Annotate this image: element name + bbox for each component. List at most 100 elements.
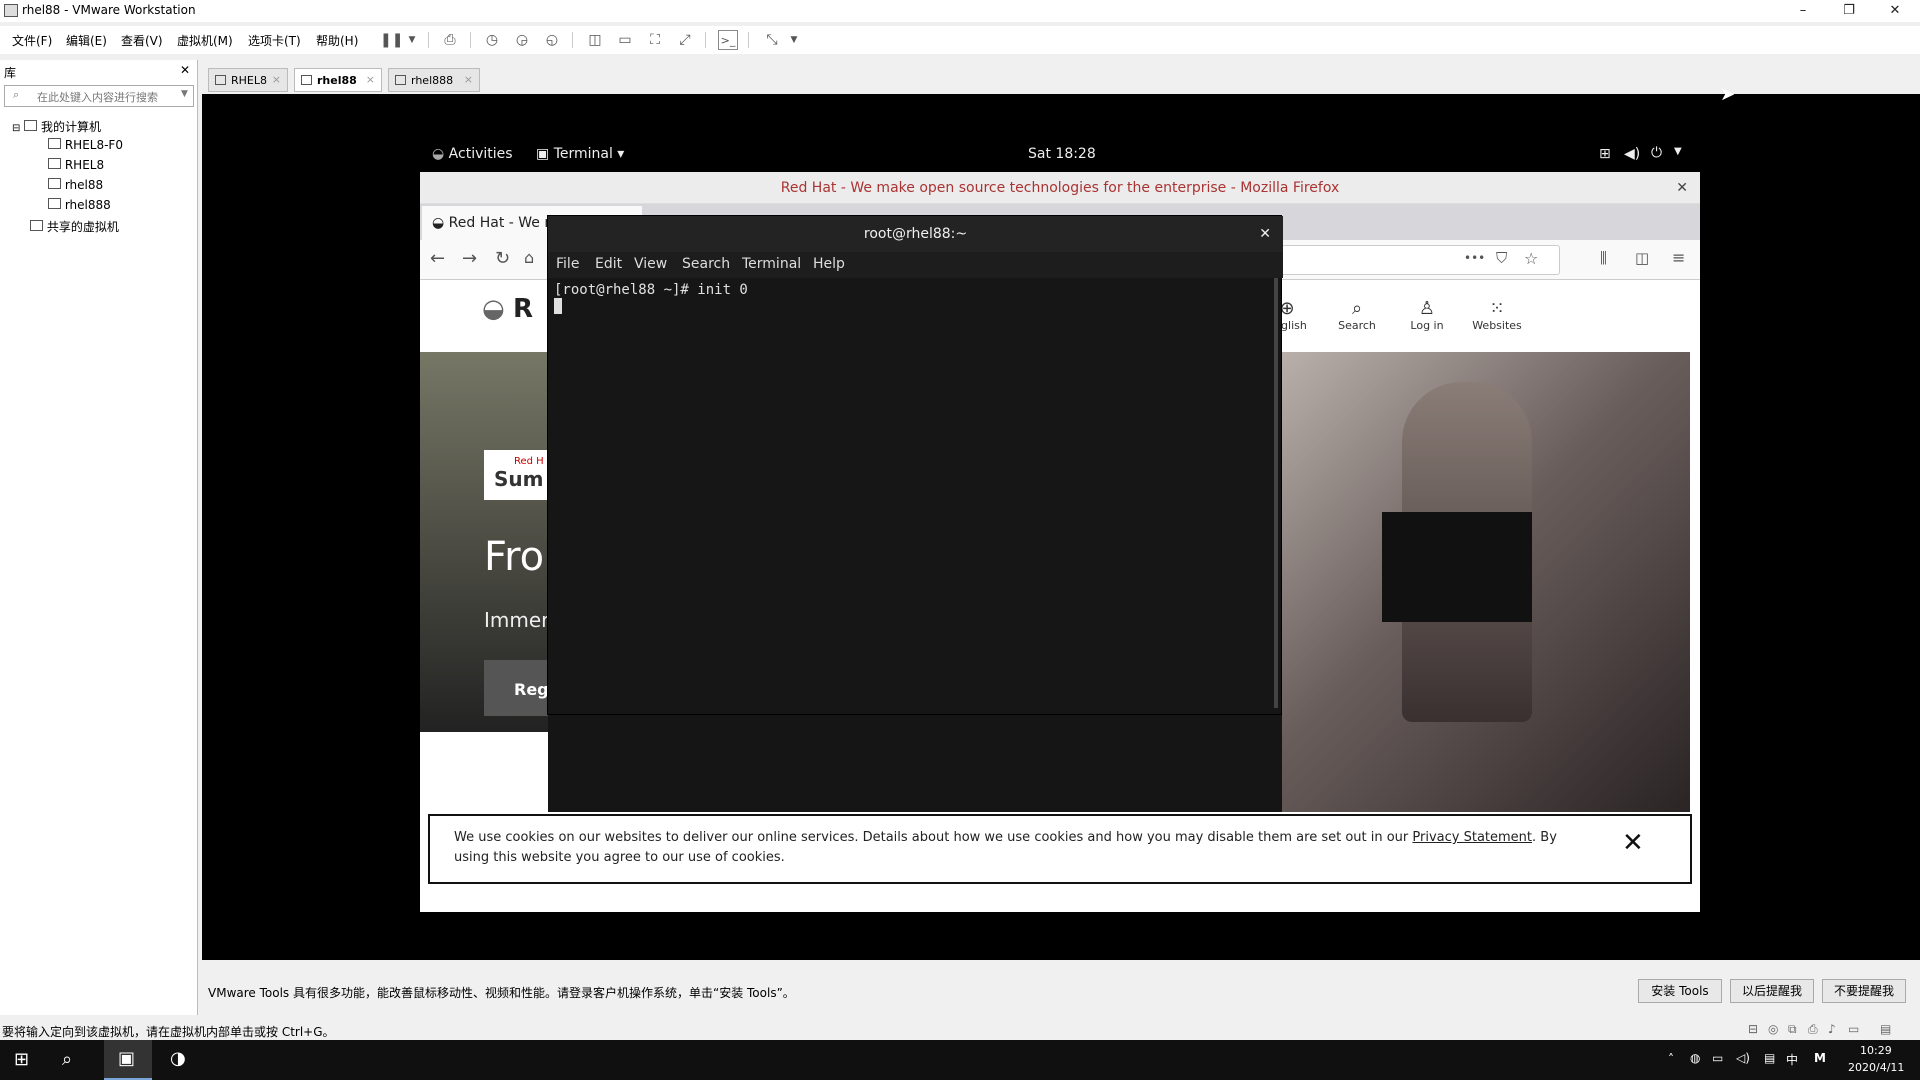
- never-remind-button[interactable]: 不要提醒我: [1822, 979, 1906, 1003]
- pocket-icon[interactable]: ⛉: [1496, 249, 1507, 267]
- snapshot-manager-icon[interactable]: ◵: [542, 30, 562, 50]
- terminal-app-menu[interactable]: ▣ Terminal ▾: [536, 146, 624, 162]
- menu-help[interactable]: 帮助(H): [316, 32, 358, 49]
- display-icon[interactable]: ▭: [1848, 1022, 1859, 1036]
- tree-item-rhel88[interactable]: rhel88: [48, 178, 103, 192]
- tab-rhel88[interactable]: rhel88 ×: [294, 68, 382, 92]
- menu-vm[interactable]: 虚拟机(M): [177, 32, 233, 49]
- restore-button[interactable]: ❐: [1826, 0, 1872, 22]
- site-nav-login[interactable]: ♙ Log in: [1392, 298, 1462, 332]
- terminal-menu-search[interactable]: Search: [682, 256, 730, 272]
- tree-shared[interactable]: 共享的虚拟机: [30, 218, 119, 235]
- terminal-menu-file[interactable]: File: [556, 256, 579, 272]
- library-search-input[interactable]: ⌕ 在此处键入内容进行搜索 ▼: [4, 85, 194, 107]
- cd-icon[interactable]: ◎: [1768, 1022, 1778, 1036]
- tray-ime-label[interactable]: 中: [1786, 1051, 1798, 1068]
- tray-volume-icon[interactable]: ◁): [1736, 1051, 1750, 1065]
- unity-icon[interactable]: ⤢: [675, 30, 695, 50]
- search-icon[interactable]: ⌕: [62, 1049, 72, 1070]
- library-view-icon[interactable]: ◫: [585, 30, 605, 50]
- power-icon[interactable]: ⏻: [1651, 145, 1662, 161]
- clock[interactable]: Sat 18:28: [1028, 146, 1096, 162]
- taskbar-app[interactable]: ◑: [156, 1040, 204, 1080]
- network-icon[interactable]: ⊞: [1599, 146, 1611, 162]
- revert-snapshot-icon[interactable]: ◶: [512, 30, 532, 50]
- close-button[interactable]: ✕: [1872, 0, 1918, 22]
- terminal-menu-view[interactable]: View: [634, 256, 667, 272]
- tab-rhel888[interactable]: rhel888 ×: [388, 68, 480, 92]
- tray-chevron-up-icon[interactable]: ˄: [1668, 1052, 1674, 1066]
- minimize-button[interactable]: –: [1780, 0, 1826, 22]
- register-button[interactable]: Reg: [484, 660, 549, 716]
- bookmark-star-icon[interactable]: ☆: [1524, 249, 1538, 268]
- tray-app-icon[interactable]: ◍: [1690, 1051, 1700, 1065]
- tab-close-icon[interactable]: ×: [272, 73, 281, 86]
- tools-message: VMware Tools 具有很多功能，能改善鼠标移动性、视频和性能。请登录客户…: [208, 986, 795, 1000]
- page-actions-button[interactable]: •••: [1464, 251, 1485, 265]
- sound-icon[interactable]: ♪: [1828, 1022, 1836, 1036]
- pause-icon[interactable]: ❚❚: [380, 30, 403, 50]
- tray-time[interactable]: 10:29: [1860, 1044, 1892, 1057]
- tree-item-rhel8[interactable]: RHEL8: [48, 158, 104, 172]
- windows-start-icon[interactable]: ⊞: [14, 1049, 29, 1070]
- sidebar-icon[interactable]: ◫: [1635, 249, 1649, 267]
- install-tools-button[interactable]: 安装 Tools: [1638, 979, 1722, 1003]
- tree-item-label: RHEL8-F0: [64, 138, 123, 152]
- tray-action-center-icon[interactable]: ▤: [1764, 1051, 1775, 1065]
- remind-later-button[interactable]: 以后提醒我: [1730, 979, 1814, 1003]
- app-icon: ◑: [170, 1048, 186, 1069]
- chevron-down-icon[interactable]: ▼: [784, 30, 804, 50]
- forward-icon[interactable]: →: [462, 248, 477, 269]
- tray-date[interactable]: 2020/4/11: [1848, 1061, 1904, 1074]
- firefox-close-button[interactable]: ✕: [1676, 172, 1688, 204]
- activities-button[interactable]: ◒ Activities: [432, 146, 513, 162]
- menu-file[interactable]: 文件(F): [12, 32, 52, 49]
- tree-item-rhel8-f0[interactable]: RHEL8-F0: [48, 138, 123, 152]
- terminal-scrollbar[interactable]: [1274, 278, 1278, 708]
- cookie-close-button[interactable]: ✕: [1622, 828, 1644, 858]
- tab-rhel8[interactable]: RHEL8 ×: [208, 68, 288, 92]
- site-nav-search[interactable]: ⌕ Search: [1322, 298, 1392, 332]
- terminal-output[interactable]: [root@rhel88 ~]# init 0: [550, 278, 1270, 708]
- tree-root[interactable]: ⊟ 我的计算机: [12, 118, 101, 135]
- menu-edit[interactable]: 编辑(E): [66, 32, 107, 49]
- stretch-icon[interactable]: ⤡: [762, 30, 782, 50]
- chevron-down-icon[interactable]: ▼: [402, 30, 422, 50]
- library-icon[interactable]: ⫼: [1600, 249, 1607, 267]
- terminal-menu-terminal[interactable]: Terminal: [742, 256, 801, 272]
- tab-close-icon[interactable]: ×: [366, 73, 375, 86]
- back-icon[interactable]: ←: [430, 248, 445, 269]
- tab-close-icon[interactable]: ×: [464, 73, 473, 86]
- thumbnail-view-icon[interactable]: ▭: [615, 30, 635, 50]
- tray-ime-mode[interactable]: M: [1814, 1051, 1826, 1065]
- tree-item-rhel888[interactable]: rhel888: [48, 198, 111, 212]
- printer-icon[interactable]: ⎙: [1808, 1022, 1818, 1037]
- search-icon: ⌕: [1351, 298, 1363, 319]
- console-icon[interactable]: >_: [718, 30, 738, 50]
- hdd-icon[interactable]: ⊟: [1748, 1022, 1758, 1036]
- redhat-logo[interactable]: ◒ R: [482, 294, 533, 324]
- terminal-close-button[interactable]: ✕: [1259, 216, 1271, 252]
- menu-view[interactable]: 查看(V): [121, 32, 163, 49]
- messages-icon[interactable]: ▤: [1880, 1022, 1891, 1036]
- volume-icon[interactable]: ◀): [1624, 146, 1640, 162]
- chevron-down-icon[interactable]: ▼: [1674, 146, 1682, 157]
- terminal-menu-edit[interactable]: Edit: [595, 256, 622, 272]
- network-adapter-icon[interactable]: ⧉: [1788, 1022, 1797, 1037]
- status-text: 要将输入定向到该虚拟机，请在虚拟机内部单击或按 Ctrl+G。: [2, 1025, 335, 1039]
- snapshot-icon[interactable]: ◷: [482, 30, 502, 50]
- site-nav-websites[interactable]: ⁙ Websites: [1462, 298, 1532, 332]
- fullscreen-icon[interactable]: ⛶: [645, 30, 665, 50]
- reload-icon[interactable]: ↻: [495, 248, 510, 269]
- chevron-down-icon[interactable]: ▼: [181, 89, 188, 99]
- hero-image: [1282, 352, 1690, 812]
- privacy-statement-link[interactable]: Privacy Statement: [1412, 830, 1532, 845]
- taskbar-vmware-app[interactable]: ▣: [104, 1040, 152, 1080]
- hamburger-menu-icon[interactable]: ≡: [1672, 248, 1685, 267]
- library-close-button[interactable]: ✕: [180, 63, 190, 77]
- menu-tabs[interactable]: 选项卡(T): [248, 32, 301, 49]
- send-ctrl-alt-del-icon[interactable]: ⎙: [440, 30, 460, 50]
- home-icon[interactable]: ⌂: [524, 248, 534, 267]
- terminal-menu-help[interactable]: Help: [813, 256, 845, 272]
- tray-network-icon[interactable]: ▭: [1712, 1051, 1723, 1065]
